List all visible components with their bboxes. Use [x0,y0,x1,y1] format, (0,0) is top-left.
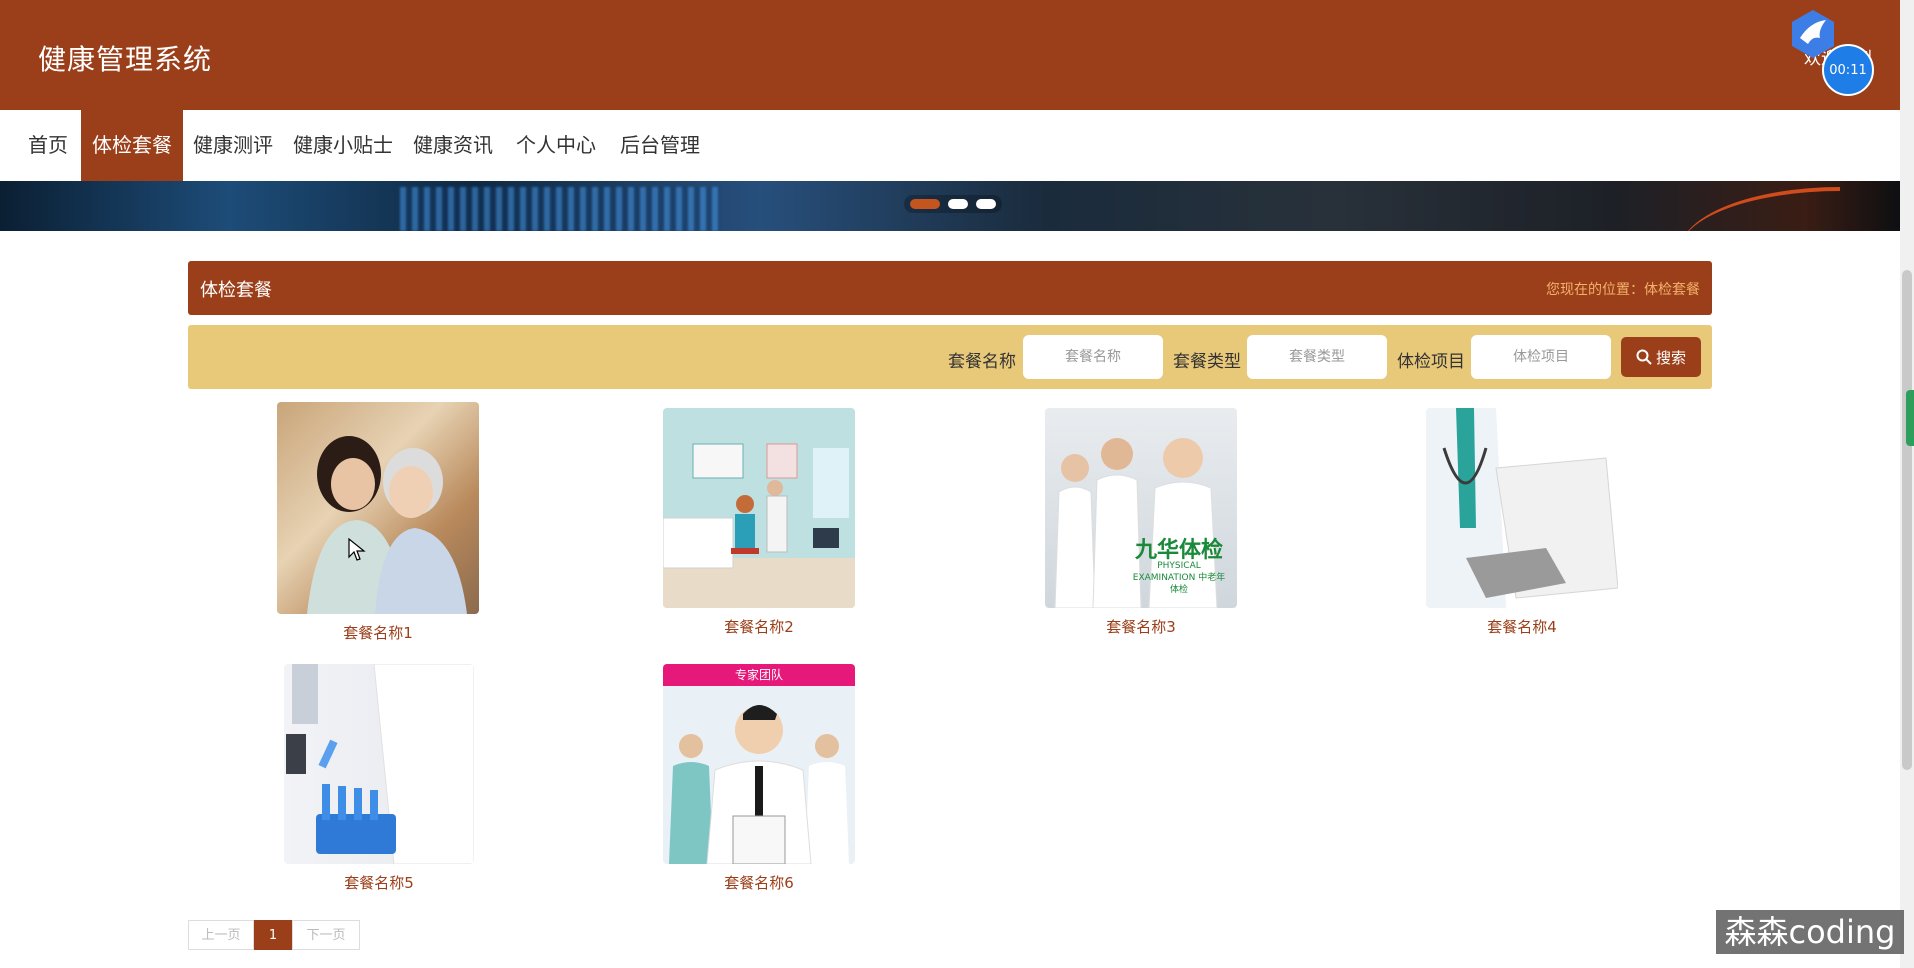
package-image[interactable] [1426,408,1618,608]
mouse-cursor-icon [348,538,366,561]
package-name[interactable]: 套餐名称2 [663,616,855,637]
exam-item-input[interactable] [1471,335,1611,379]
nav-news[interactable]: 健康资讯 [406,110,500,181]
nav-admin[interactable]: 后台管理 [612,110,708,181]
package-name-label: 套餐名称 [948,352,1016,372]
search-icon [1636,349,1652,365]
package-card[interactable]: 套餐名称5 [284,664,474,894]
watermark: 森森coding [1716,910,1904,954]
carousel-dot-3[interactable] [976,199,996,209]
banner-glow [400,187,720,231]
page-1-button[interactable]: 1 [254,920,292,950]
package-image[interactable] [663,408,855,608]
prev-page-button[interactable]: 上一页 [188,920,254,950]
package-type-label: 套餐类型 [1173,352,1241,372]
package-name[interactable]: 套餐名称6 [663,872,855,893]
package-name[interactable]: 套餐名称5 [284,872,474,893]
carousel-dot-2[interactable] [948,199,968,209]
package-image[interactable] [277,402,479,614]
banner-carousel[interactable] [0,181,1900,231]
search-button-label: 搜索 [1655,348,1686,367]
carousel-dot-1[interactable] [910,199,940,209]
carousel-dots [904,195,1002,213]
package-illustration [663,443,855,608]
package-card[interactable]: 套餐名称2 [663,408,855,638]
nav-packages[interactable]: 体检套餐 [81,110,183,181]
banner-decoration [1680,187,1840,231]
package-name[interactable]: 套餐名称1 [277,622,479,643]
nav-tips[interactable]: 健康小贴士 [286,110,400,181]
package-photo [286,664,474,864]
package-name[interactable]: 套餐名称4 [1426,616,1618,637]
side-widget-tab[interactable] [1906,390,1914,446]
package-image[interactable]: 专家团队 [663,664,855,864]
nav-profile[interactable]: 个人中心 [508,110,604,181]
app-title: 健康管理系统 [38,43,213,76]
package-type-input[interactable] [1247,335,1387,379]
main-nav: 首页 体检套餐 健康测评 健康小贴士 健康资讯 个人中心 后台管理 [0,110,1900,181]
pagination: 上一页 1 下一页 [188,920,360,950]
package-card[interactable]: 专家团队 套餐名称6 [663,664,855,894]
package-photo [669,705,849,864]
package-name-input[interactable] [1023,335,1163,379]
package-image-subtext: PHYSICAL EXAMINATION 中老年体检 [1132,561,1226,595]
package-name[interactable]: 套餐名称3 [1045,616,1237,637]
package-card[interactable]: 套餐名称4 [1426,408,1618,638]
nav-home[interactable]: 首页 [18,110,78,181]
exam-item-label: 体检项目 [1397,352,1465,372]
section-title-bar: 体检套餐 您现在的位置：体检套餐 [188,261,1712,315]
package-photo [1426,408,1618,608]
package-card[interactable]: 套餐名称1 [277,402,479,642]
package-image-text: 专家团队 [663,664,855,686]
site-header: 健康管理系统 欢迎来到 [0,0,1900,110]
breadcrumb: 您现在的位置：体检套餐 [1546,282,1700,298]
nav-assessment[interactable]: 健康测评 [186,110,280,181]
package-card[interactable]: 九华体检 PHYSICAL EXAMINATION 中老年体检 套餐名称3 [1045,408,1237,638]
section-title: 体检套餐 [200,280,272,301]
package-image[interactable]: 九华体检 PHYSICAL EXAMINATION 中老年体检 [1045,408,1237,608]
search-bar: 套餐名称 套餐类型 体检项目 搜索 [188,325,1712,389]
timer-badge[interactable]: 00:11 [1822,44,1874,96]
search-button[interactable]: 搜索 [1621,337,1701,377]
scrollbar-thumb[interactable] [1902,270,1912,770]
package-photo [307,436,467,614]
page-scrollbar[interactable] [1900,0,1914,968]
package-image[interactable] [284,664,474,864]
next-page-button[interactable]: 下一页 [292,920,360,950]
